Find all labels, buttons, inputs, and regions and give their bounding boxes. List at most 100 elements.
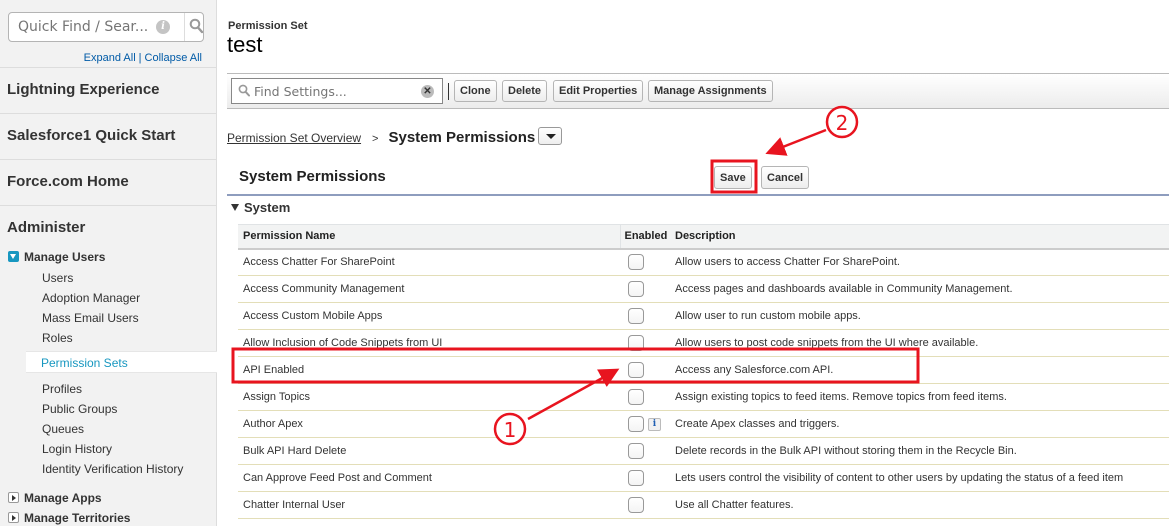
info-icon[interactable]: i xyxy=(156,20,170,34)
enabled-checkbox[interactable] xyxy=(628,362,644,378)
enabled-checkbox[interactable] xyxy=(628,281,644,297)
clone-button[interactable]: Clone xyxy=(454,80,497,102)
enabled-checkbox[interactable] xyxy=(628,470,644,486)
section-title: System Permissions xyxy=(239,168,386,185)
enabled-checkbox[interactable] xyxy=(628,335,644,351)
section-dropdown-button[interactable] xyxy=(538,127,563,145)
table-row: Chatter Internal User Use all Chatter fea… xyxy=(238,491,1169,519)
divider xyxy=(184,13,185,41)
table-row: Allow Inclusion of Code Snippets from UI… xyxy=(238,329,1169,357)
sidebar-item-identity-verification-history[interactable]: Identity Verification History xyxy=(42,462,183,476)
permission-description: Access pages and dashboards available in… xyxy=(671,275,1169,303)
object-type-label: Permission Set xyxy=(228,20,308,32)
permission-description: Lets users control the visibility of con… xyxy=(671,464,1169,492)
quick-find-input[interactable] xyxy=(9,13,177,41)
search-icon[interactable] xyxy=(189,18,203,34)
expanded-toggle-icon[interactable] xyxy=(8,251,19,262)
permission-name: Allow Inclusion of Code Snippets from UI xyxy=(238,329,620,357)
sidebar-item-mass-email-users[interactable]: Mass Email Users xyxy=(42,311,139,325)
table-header-row: Permission Name Enabled Description xyxy=(238,224,1169,250)
enabled-cell xyxy=(620,329,671,357)
sidebar-item-profiles[interactable]: Profiles xyxy=(42,382,82,396)
main-content: Permission Set test ✕ Clone Delete Edit … xyxy=(217,0,1169,526)
enabled-checkbox[interactable] xyxy=(628,416,644,432)
permission-description: Delete records in the Bulk API without s… xyxy=(671,437,1169,465)
sidebar-section-lightning-experience[interactable]: Lightning Experience xyxy=(0,67,216,113)
find-settings-input[interactable] xyxy=(254,81,414,101)
sidebar-item-queues[interactable]: Queues xyxy=(42,422,84,436)
sidebar-section-force-com-home[interactable]: Force.com Home xyxy=(0,159,216,205)
permission-description: Allow user to run custom mobile apps. xyxy=(671,302,1169,330)
permission-description: Allow users to post code snippets from t… xyxy=(671,329,1169,357)
permission-name: Author Apex xyxy=(238,410,620,438)
expand-all-link[interactable]: Expand All xyxy=(84,52,136,64)
enabled-checkbox[interactable] xyxy=(628,443,644,459)
table-row: Can Approve Feed Post and Comment Lets us… xyxy=(238,464,1169,492)
sidebar-group-label: Manage Users xyxy=(24,250,106,264)
permissions-table: Permission Name Enabled Description Acce… xyxy=(238,224,1169,519)
breadcrumb: Permission Set Overview > System Permissio… xyxy=(227,127,563,146)
cancel-button[interactable]: Cancel xyxy=(761,166,810,189)
enabled-cell: i xyxy=(620,410,671,438)
sidebar-item-permission-sets[interactable]: Permission Sets xyxy=(26,351,217,373)
permission-name: Access Custom Mobile Apps xyxy=(238,302,620,330)
table-row: Author Apex i Create Apex classes and trig… xyxy=(238,410,1169,438)
permission-description: Use all Chatter features. xyxy=(671,491,1169,519)
sidebar-group-label: Manage Apps xyxy=(24,491,102,505)
sidebar-item-users[interactable]: Users xyxy=(42,271,73,285)
sidebar-item-roles[interactable]: Roles xyxy=(42,331,73,345)
info-icon[interactable]: i xyxy=(648,417,661,431)
permission-name: Access Chatter For SharePoint xyxy=(238,248,620,276)
collapse-all-link[interactable]: Collapse All xyxy=(145,52,202,64)
page-title: test xyxy=(227,32,263,57)
enabled-checkbox[interactable] xyxy=(628,389,644,405)
enabled-checkbox[interactable] xyxy=(628,497,644,513)
toolbar-separator xyxy=(448,83,449,100)
system-group-header[interactable]: System xyxy=(231,200,290,215)
table-row: Access Community Management Access pages … xyxy=(238,275,1169,303)
sidebar-group-manage-apps[interactable]: Manage Apps xyxy=(8,491,102,505)
enabled-checkbox[interactable] xyxy=(628,308,644,324)
breadcrumb-parent-link[interactable]: Permission Set Overview xyxy=(227,131,361,145)
sidebar-item-login-history[interactable]: Login History xyxy=(42,442,112,456)
table-row: API Enabled Access any Salesforce.com API… xyxy=(238,356,1169,384)
clear-icon[interactable]: ✕ xyxy=(421,85,434,98)
permission-name: Access Community Management xyxy=(238,275,620,303)
sidebar-section-salesforce1-quick-start[interactable]: Salesforce1 Quick Start xyxy=(0,113,216,159)
permission-description: Create Apex classes and triggers. xyxy=(671,410,1169,438)
edit-properties-button[interactable]: Edit Properties xyxy=(553,80,644,102)
enabled-cell xyxy=(620,275,671,303)
enabled-cell xyxy=(620,437,671,465)
sidebar-item-adoption-manager[interactable]: Adoption Manager xyxy=(42,291,140,305)
manage-assignments-button[interactable]: Manage Assignments xyxy=(648,80,773,102)
section-divider xyxy=(227,194,1169,196)
save-button[interactable]: Save xyxy=(714,166,752,189)
quick-find-box[interactable]: i xyxy=(8,12,204,42)
permission-description: Access any Salesforce.com API. xyxy=(671,356,1169,384)
sidebar-section-administer[interactable]: Administer xyxy=(0,205,216,251)
column-header-description: Description xyxy=(671,224,1169,250)
enabled-cell xyxy=(620,248,671,276)
collapse-triangle-icon[interactable] xyxy=(231,204,239,211)
sidebar-group-manage-territories[interactable]: Manage Territories xyxy=(8,511,130,525)
table-row: Assign Topics Assign existing topics to f… xyxy=(238,383,1169,411)
toolbar: ✕ Clone Delete Edit Properties Manage As… xyxy=(227,73,1169,109)
permission-description: Assign existing topics to feed items. Re… xyxy=(671,383,1169,411)
permission-name: Can Approve Feed Post and Comment xyxy=(238,464,620,492)
delete-button[interactable]: Delete xyxy=(502,80,548,102)
sidebar-item-public-groups[interactable]: Public Groups xyxy=(42,402,117,416)
search-icon xyxy=(238,84,250,97)
permission-name: Assign Topics xyxy=(238,383,620,411)
collapsed-toggle-icon[interactable] xyxy=(8,492,19,503)
sidebar-group-label: Manage Territories xyxy=(24,511,131,525)
breadcrumb-current: System Permissions xyxy=(388,129,536,146)
permission-name: API Enabled xyxy=(238,356,620,384)
sidebar-group-manage-users[interactable]: Manage Users xyxy=(8,250,105,264)
table-row: Bulk API Hard Delete Delete records in th… xyxy=(238,437,1169,465)
find-settings-box[interactable]: ✕ xyxy=(231,78,443,104)
collapsed-toggle-icon[interactable] xyxy=(8,512,19,523)
enabled-cell xyxy=(620,491,671,519)
enabled-cell xyxy=(620,383,671,411)
breadcrumb-separator: > xyxy=(372,133,379,145)
enabled-checkbox[interactable] xyxy=(628,254,644,271)
